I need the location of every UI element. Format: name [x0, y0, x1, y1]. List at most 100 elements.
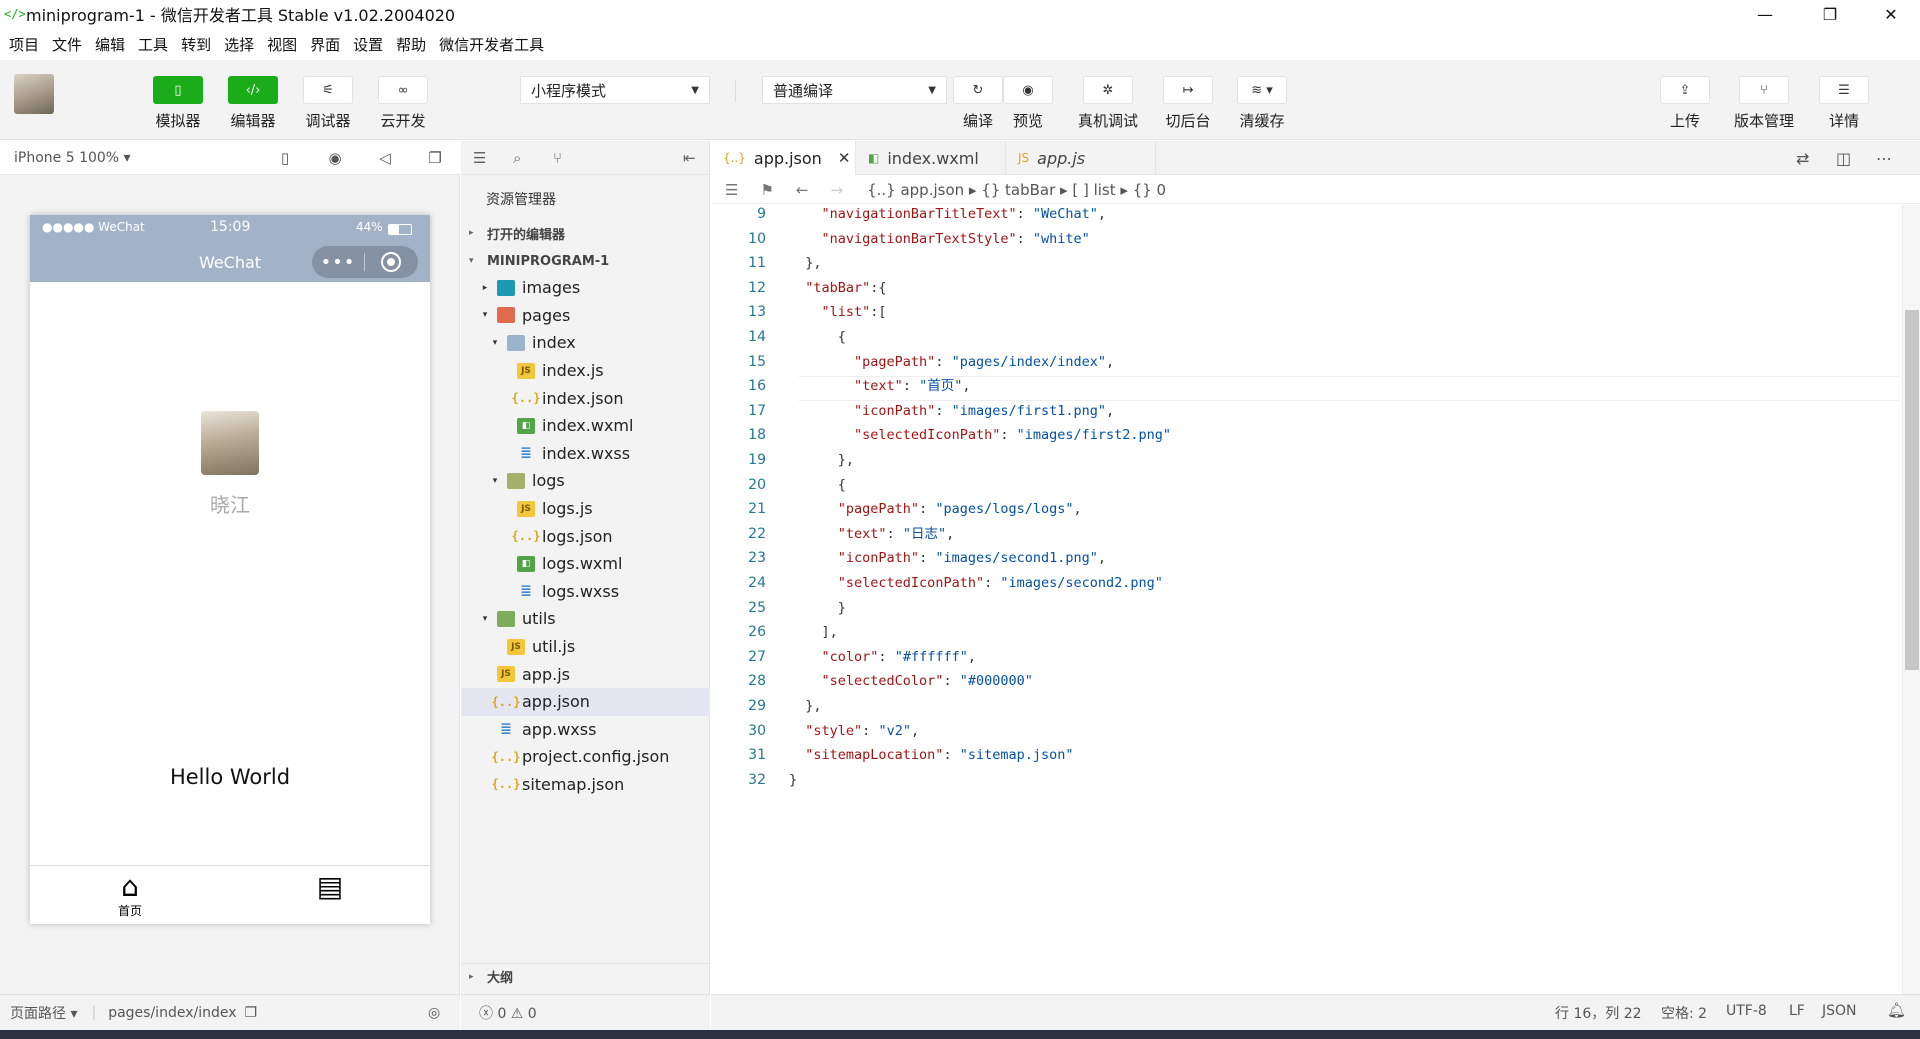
capsule-menu[interactable]: ••• — [312, 246, 418, 278]
file-tree-item[interactable]: {..} logs.json — [461, 522, 710, 550]
outline-toggle-icon[interactable]: ☰ — [725, 181, 738, 199]
preview-button[interactable]: ◉ — [1003, 76, 1053, 104]
code-line[interactable]: { — [789, 325, 846, 350]
file-tree-item[interactable]: {..} sitemap.json — [461, 771, 710, 799]
details-button[interactable]: ☰ — [1819, 76, 1869, 104]
line-ending[interactable]: LF — [1789, 1003, 1805, 1019]
version-button[interactable]: ⑂ — [1739, 76, 1789, 104]
chevron-down-icon[interactable]: ▾ — [479, 614, 491, 624]
code-line[interactable]: "selectedIconPath": "images/first2.png" — [789, 423, 1171, 448]
collapse-panel-icon[interactable]: ⇤ — [683, 149, 696, 167]
simulator-toggle-button[interactable]: ▯ — [153, 76, 203, 104]
menu-tools[interactable]: 工具 — [138, 34, 168, 55]
code-line[interactable]: "iconPath": "images/first1.png", — [789, 399, 1114, 424]
file-tree-item[interactable]: ▾ index — [461, 329, 710, 357]
tab-logs[interactable]: ▤ — [230, 872, 430, 902]
file-tree-item[interactable]: JS app.js — [461, 660, 710, 688]
problems-status[interactable]: ⓧ 0 ⚠ 0 — [461, 994, 710, 1030]
phone-rotate-icon[interactable]: ▯ — [274, 148, 296, 168]
code-line[interactable]: ], — [789, 620, 838, 645]
code-editor[interactable]: 9 "navigationBarTitleText": "WeChat", 10 … — [711, 205, 1901, 994]
code-line[interactable]: "selectedColor": "#000000" — [789, 669, 1033, 694]
indent-setting[interactable]: 空格: 2 — [1661, 1003, 1707, 1023]
file-tree-item[interactable]: ▾ utils — [461, 605, 710, 633]
close-miniprogram-icon[interactable] — [365, 252, 417, 272]
eye-icon[interactable]: ◎ — [428, 1005, 440, 1021]
close-icon[interactable]: ✕ — [838, 149, 851, 167]
file-tree-item[interactable]: JS index.js — [461, 357, 710, 385]
file-tree-item[interactable]: ≣ logs.wxss — [461, 578, 710, 606]
code-line[interactable]: "text": "日志", — [789, 522, 954, 547]
chevron-down-icon[interactable]: ▾ — [489, 476, 501, 486]
file-tree-item[interactable]: ◧ logs.wxml — [461, 550, 710, 578]
more-icon[interactable]: ⋯ — [1876, 149, 1892, 168]
code-line[interactable]: } — [789, 768, 797, 793]
chevron-right-icon[interactable]: ▸ — [479, 283, 491, 293]
menu-goto[interactable]: 转到 — [181, 34, 211, 55]
code-line[interactable]: "sitemapLocation": "sitemap.json" — [789, 743, 1073, 768]
menu-file[interactable]: 文件 — [52, 34, 82, 55]
chevron-down-icon[interactable]: ▾ — [489, 338, 501, 348]
file-tree-item[interactable]: ◧ index.wxml — [461, 412, 710, 440]
file-tree-item[interactable]: ▾ pages — [461, 302, 710, 330]
cloud-button[interactable]: ∞ — [378, 76, 428, 104]
editor-scrollbar[interactable] — [1902, 205, 1920, 994]
file-tree-item[interactable]: {..} app.json — [461, 687, 710, 716]
page-path-select[interactable]: 页面路径 ▾ — [10, 1003, 77, 1023]
encoding[interactable]: UTF-8 — [1726, 1003, 1767, 1019]
tab-app-js[interactable]: JS app.js — [1006, 141, 1156, 175]
code-line[interactable]: "pagePath": "pages/logs/logs", — [789, 497, 1082, 522]
file-tree-item[interactable]: {..} index.json — [461, 384, 710, 412]
mode-select[interactable]: 小程序模式 ▼ — [520, 76, 710, 104]
maximize-button[interactable]: ❐ — [1805, 0, 1855, 28]
code-line[interactable]: "color": "#ffffff", — [789, 645, 976, 670]
file-tree-item[interactable]: {..} project.config.json — [461, 743, 710, 771]
git-branch-icon[interactable]: ⑂ — [553, 149, 562, 167]
user-avatar[interactable] — [14, 74, 54, 114]
real-debug-button[interactable]: ✲ — [1083, 76, 1133, 104]
code-line[interactable]: "text": "首页", — [789, 374, 970, 399]
compare-icon[interactable]: ⇄ — [1796, 149, 1809, 168]
file-tree-item[interactable]: JS logs.js — [461, 495, 710, 523]
cursor-position[interactable]: 行 16，列 22 — [1555, 1003, 1642, 1023]
compile-button[interactable]: ↻ — [953, 76, 1003, 104]
code-line[interactable]: "tabBar":{ — [789, 276, 886, 301]
breadcrumb-path[interactable]: {..} app.json ▸ {} tabBar ▸ [ ] list ▸ {… — [867, 181, 1166, 199]
outline-section[interactable]: ▸ 大纲 — [461, 963, 710, 989]
more-dots-icon[interactable]: ••• — [312, 252, 364, 273]
compile-mode-select[interactable]: 普通编译 ▼ — [762, 76, 947, 104]
search-icon[interactable]: ⌕ — [513, 149, 521, 167]
editor-toggle-button[interactable]: ‹/› — [228, 76, 278, 104]
sound-icon[interactable]: ◁ — [374, 148, 396, 168]
menu-wechat-devtools[interactable]: 微信开发者工具 — [439, 34, 544, 55]
code-line[interactable]: "iconPath": "images/second1.png", — [789, 546, 1106, 571]
file-tree-item[interactable]: ≣ index.wxss — [461, 440, 710, 468]
code-line[interactable]: { — [789, 473, 846, 498]
back-arrow-icon[interactable]: ← — [796, 181, 809, 199]
language-mode[interactable]: JSON — [1822, 1003, 1857, 1019]
code-line[interactable]: }, — [789, 251, 821, 276]
code-line[interactable]: "navigationBarTitleText": "WeChat", — [789, 205, 1107, 227]
file-tree-item[interactable]: ▸ images — [461, 274, 710, 302]
menu-project[interactable]: 项目 — [9, 34, 39, 55]
menu-help[interactable]: 帮助 — [396, 34, 426, 55]
detach-window-icon[interactable]: ❐ — [424, 148, 446, 168]
record-icon[interactable]: ◉ — [324, 148, 346, 168]
tab-home[interactable]: ⌂ 首页 — [30, 872, 230, 919]
clear-cache-button[interactable]: ≋ ▾ — [1237, 76, 1287, 104]
forward-arrow-icon[interactable]: → — [830, 181, 843, 199]
split-editor-icon[interactable]: ◫ — [1836, 149, 1851, 168]
copy-icon[interactable]: ❐ — [245, 1005, 258, 1021]
upload-button[interactable]: ⇪ — [1660, 76, 1710, 104]
chevron-down-icon[interactable]: ▾ — [479, 310, 491, 320]
code-line[interactable]: "style": "v2", — [789, 719, 919, 744]
code-line[interactable]: }, — [789, 448, 854, 473]
tab-app-json[interactable]: {..} app.json ✕ — [711, 141, 856, 175]
project-section[interactable]: ▾ MINIPROGRAM-1 — [461, 248, 710, 274]
code-line[interactable]: "list":[ — [789, 300, 887, 325]
bookmark-icon[interactable]: ⚑ — [760, 181, 773, 199]
menu-select[interactable]: 选择 — [224, 34, 254, 55]
tab-index-wxml[interactable]: ◧ index.wxml — [856, 141, 1006, 175]
menu-view[interactable]: 视图 — [267, 34, 297, 55]
code-line[interactable]: "pagePath": "pages/index/index", — [789, 350, 1114, 375]
